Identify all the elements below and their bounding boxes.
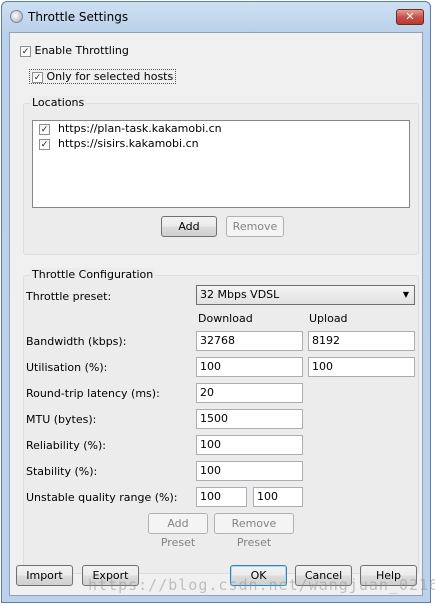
unstable-range-max-input[interactable]: 100 bbox=[253, 487, 303, 507]
location-url: https://sisirs.kakamobi.cn bbox=[58, 137, 199, 150]
location-item[interactable]: ✓ https://plan-task.kakamobi.cn bbox=[33, 121, 409, 136]
throttle-settings-window: Throttle Settings ✕ ✓ Enable Throttling … bbox=[1, 1, 431, 603]
window-title: Throttle Settings bbox=[28, 10, 129, 24]
checkbox-checked-icon: ✓ bbox=[32, 71, 43, 83]
only-selected-hosts-checkbox[interactable]: ✓ Only for selected hosts bbox=[29, 69, 177, 84]
only-selected-hosts-label: Only for selected hosts bbox=[46, 70, 174, 83]
stability-label: Stability (%): bbox=[26, 465, 98, 478]
throttle-preset-select[interactable]: 32 Mbps VDSL ▼ bbox=[196, 285, 415, 305]
download-column-header: Download bbox=[198, 312, 253, 325]
location-url: https://plan-task.kakamobi.cn bbox=[58, 122, 222, 135]
add-preset-button[interactable]: Add Preset bbox=[148, 513, 208, 549]
mtu-label: MTU (bytes): bbox=[26, 413, 97, 426]
close-icon: ✕ bbox=[405, 10, 415, 23]
checkbox-checked-icon: ✓ bbox=[20, 45, 31, 57]
enable-throttling-label: Enable Throttling bbox=[34, 44, 129, 57]
utilisation-upload-input[interactable]: 100 bbox=[308, 357, 415, 377]
remove-preset-button[interactable]: Remove Preset bbox=[214, 513, 294, 549]
locations-group: Locations ✓ https://plan-task.kakamobi.cn… bbox=[23, 96, 419, 255]
throttle-preset-value: 32 Mbps VDSL bbox=[200, 288, 280, 301]
mtu-input[interactable]: 1500 bbox=[196, 409, 303, 429]
bandwidth-upload-input[interactable]: 8192 bbox=[308, 331, 415, 351]
throttle-preset-label: Throttle preset: bbox=[26, 290, 112, 303]
import-button[interactable]: Import bbox=[16, 565, 73, 586]
utilisation-label: Utilisation (%): bbox=[26, 361, 108, 374]
throttle-config-title: Throttle Configuration bbox=[30, 268, 156, 281]
location-item[interactable]: ✓ https://sisirs.kakamobi.cn bbox=[33, 136, 409, 151]
add-location-button[interactable]: Add bbox=[161, 216, 217, 237]
chevron-down-icon: ▼ bbox=[402, 290, 409, 299]
reliability-input[interactable]: 100 bbox=[196, 435, 303, 455]
remove-location-button[interactable]: Remove bbox=[226, 216, 284, 237]
bandwidth-label: Bandwidth (kbps): bbox=[26, 335, 127, 348]
reliability-label: Reliability (%): bbox=[26, 439, 106, 452]
close-button[interactable]: ✕ bbox=[396, 9, 424, 25]
watermark-text: https://blog.csdn.net/wangjuan_0216 bbox=[88, 576, 435, 594]
title-bar[interactable]: Throttle Settings ✕ bbox=[2, 2, 430, 32]
unstable-range-min-input[interactable]: 100 bbox=[196, 487, 247, 507]
dialog-body: ✓ Enable Throttling ✓ Only for selected … bbox=[9, 32, 423, 596]
unstable-range-label: Unstable quality range (%): bbox=[26, 491, 178, 504]
enable-throttling-checkbox[interactable]: ✓ Enable Throttling bbox=[20, 44, 129, 57]
checkbox-checked-icon[interactable]: ✓ bbox=[39, 123, 50, 135]
locations-list[interactable]: ✓ https://plan-task.kakamobi.cn ✓ https://… bbox=[32, 120, 410, 208]
app-icon bbox=[10, 10, 23, 23]
locations-title: Locations bbox=[30, 96, 87, 109]
bandwidth-download-input[interactable]: 32768 bbox=[196, 331, 303, 351]
latency-label: Round-trip latency (ms): bbox=[26, 387, 160, 400]
utilisation-download-input[interactable]: 100 bbox=[196, 357, 303, 377]
checkbox-checked-icon[interactable]: ✓ bbox=[39, 138, 50, 150]
latency-input[interactable]: 20 bbox=[196, 383, 303, 403]
upload-column-header: Upload bbox=[309, 312, 348, 325]
stability-input[interactable]: 100 bbox=[196, 461, 303, 481]
